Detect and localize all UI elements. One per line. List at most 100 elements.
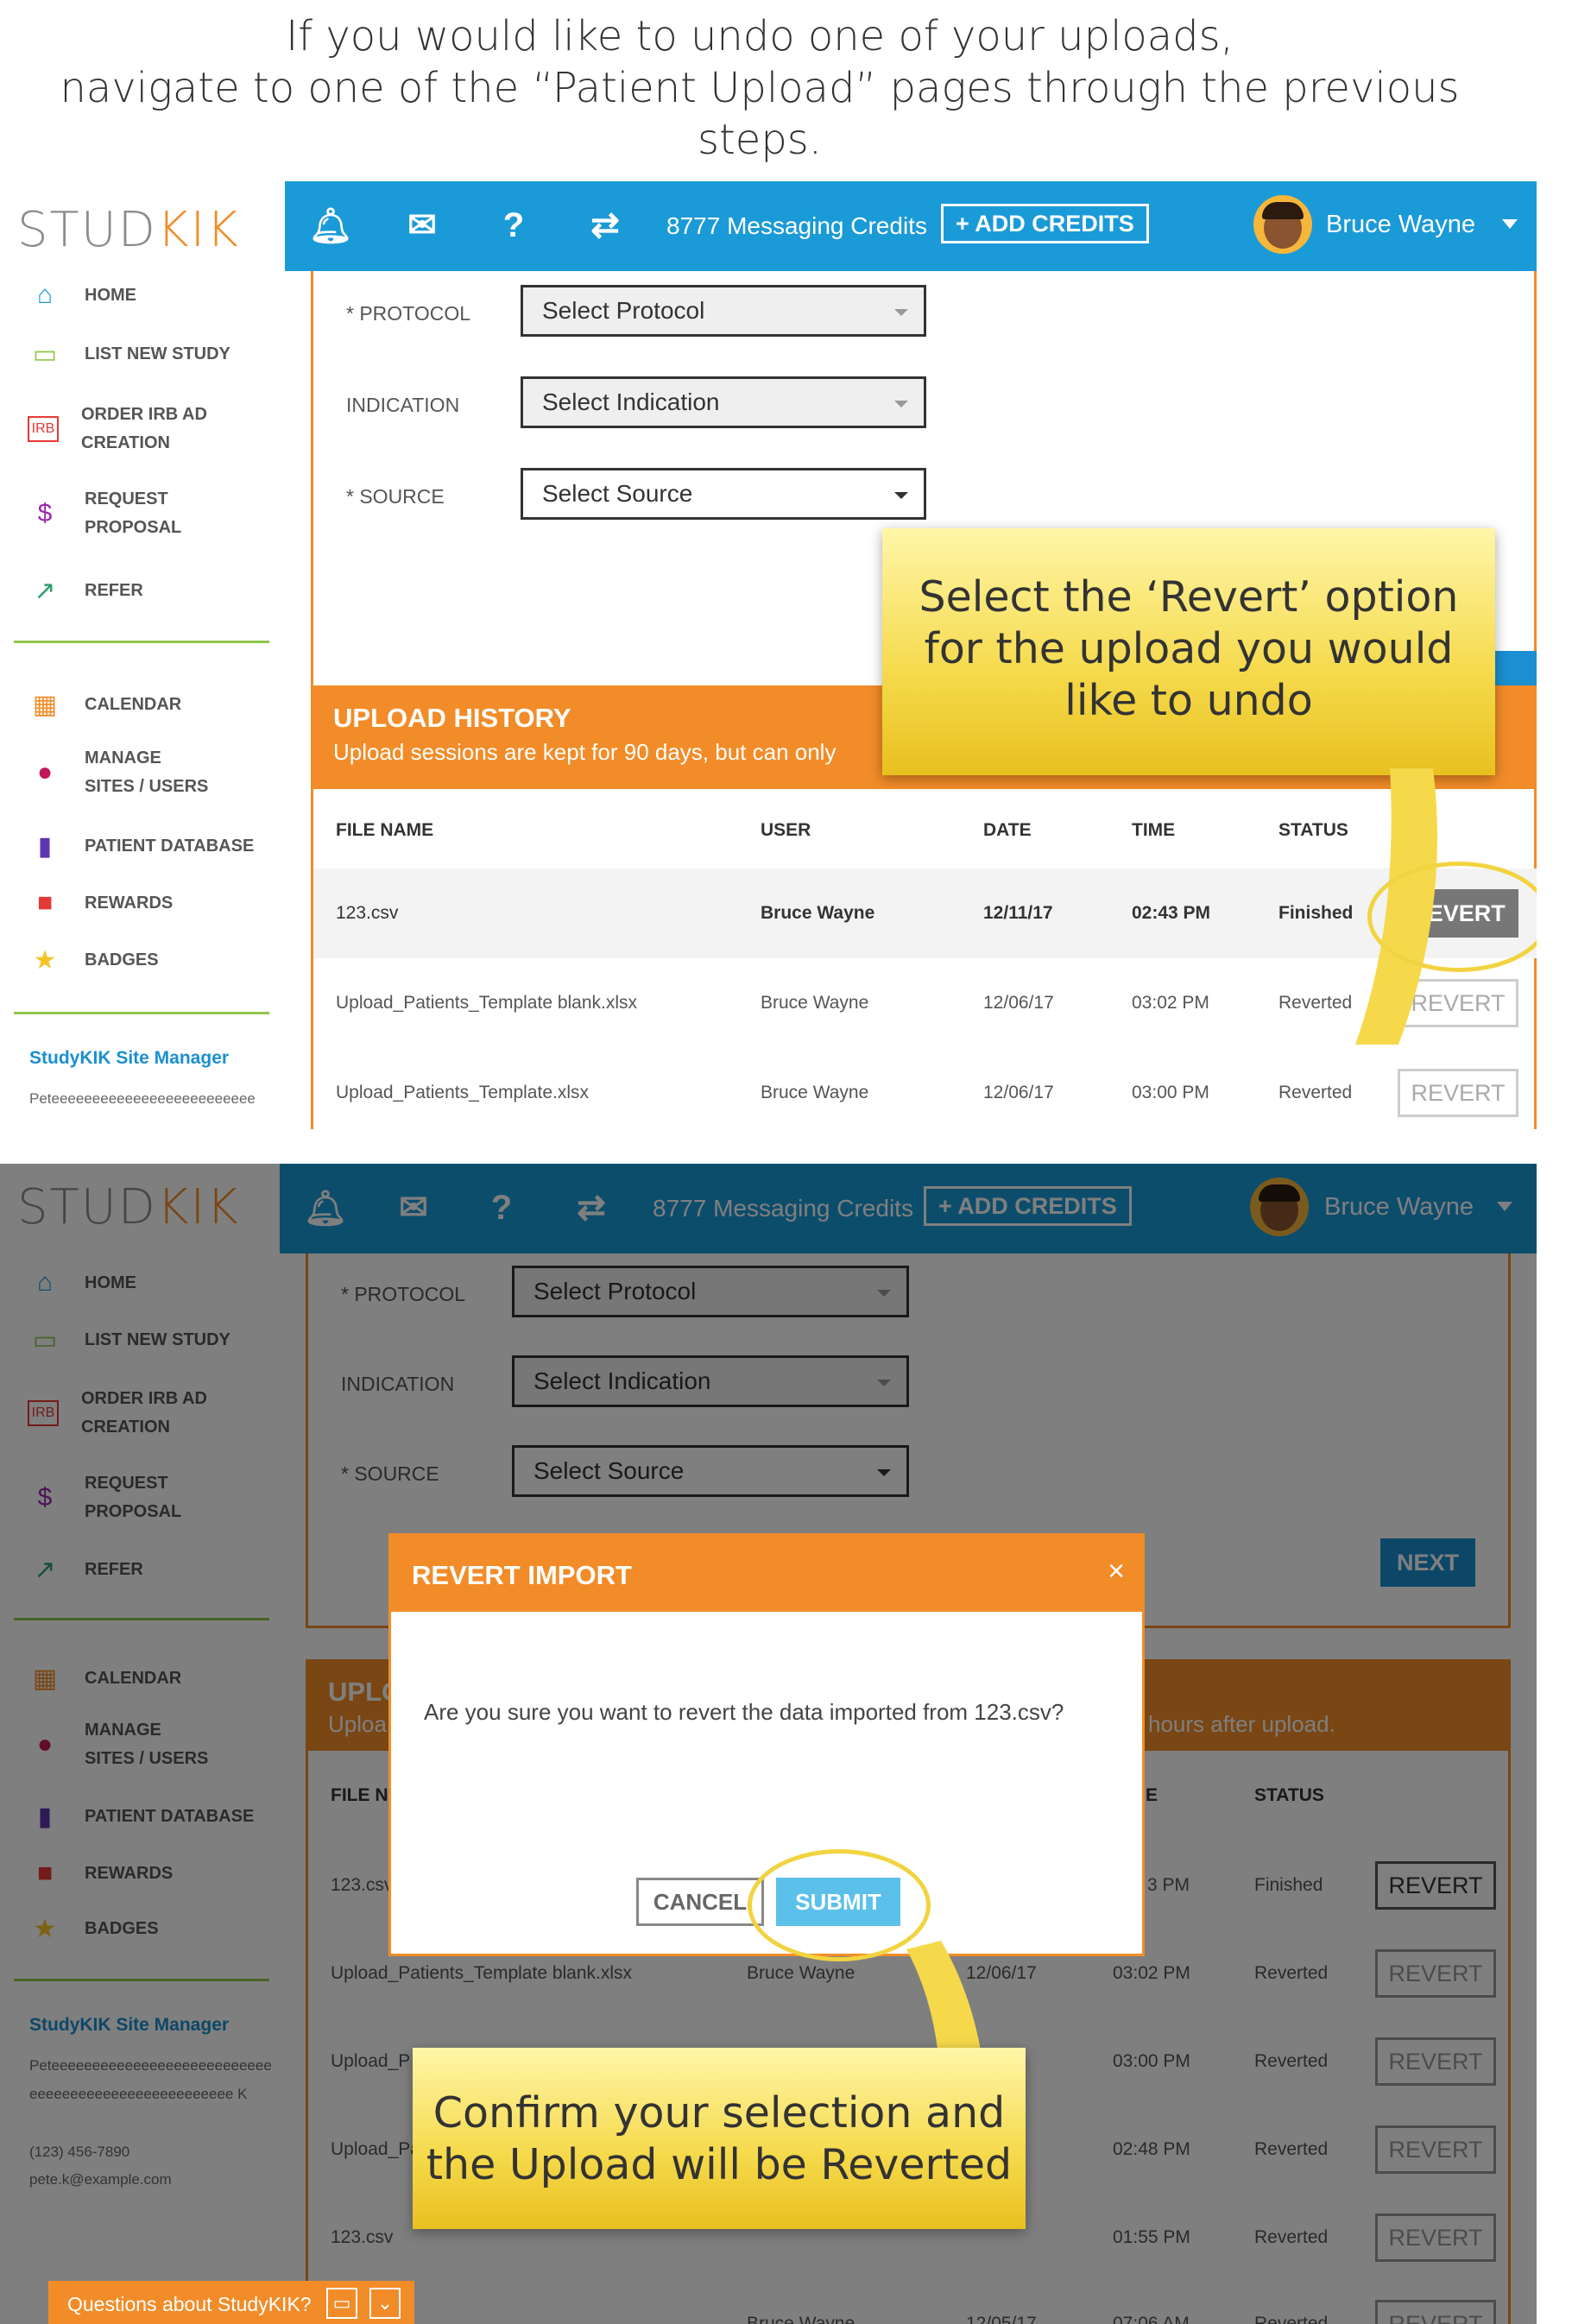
bell-icon[interactable]: 🔔︎ [309, 204, 353, 247]
logo-right-text: KIK [156, 202, 240, 258]
row-status: Reverted [1278, 1083, 1353, 1102]
chat-icon[interactable]: ▭ [326, 2288, 357, 2319]
sidebar: STUDKIK ⌂ HOME ▭ LIST NEW STUDY IRB ORDER I… [0, 181, 283, 1129]
messaging-credits: 8777 Messaging Credits [666, 212, 927, 239]
row-time: 02:43 PM [1132, 903, 1211, 923]
sidebar-item-order-irb[interactable]: IRB ORDER IRB ADCREATION [28, 401, 278, 458]
row-user: Bruce Wayne [761, 1083, 869, 1102]
chevron-down-icon[interactable] [1502, 219, 1518, 229]
row-time: 03:02 PM [1132, 993, 1209, 1013]
help-icon[interactable]: ? [492, 204, 535, 247]
sidebar-item-patient-database[interactable]: ▮ PATIENT DATABASE [28, 829, 278, 863]
sidebar-item-label: HOME [85, 285, 136, 305]
row-date: 12/06/17 [983, 1083, 1054, 1102]
row-file-name: 123.csv [336, 903, 399, 923]
screenshot-step-2: STUDKIK ⌂HOME ▭LIST NEW STUDY IRBORDER I… [0, 1164, 1537, 2324]
avatar[interactable] [1253, 195, 1312, 254]
modal-title: REVERT IMPORT [412, 1560, 632, 1590]
sidebar-item-label: CALENDAR [85, 694, 182, 714]
indication-select-value: Select Indication [542, 388, 720, 415]
sidebar-item-request-proposal[interactable]: $ REQUESTPROPOSAL [28, 485, 278, 542]
sidebar-item-label: BADGES [85, 950, 159, 969]
chevron-down-icon[interactable]: ⌄ [369, 2288, 401, 2319]
row-status: Finished [1278, 903, 1354, 923]
sidebar-divider [14, 1012, 269, 1014]
gift-icon: ■ [36, 888, 54, 917]
column-header-status: STATUS [1278, 820, 1348, 840]
instruction-line-1: If you would like to undo one of your up… [286, 12, 1234, 60]
sidebar-item-label: REWARDS [85, 893, 174, 913]
sidebar-item-calendar[interactable]: ▦ CALENDAR [28, 687, 278, 722]
user-name[interactable]: Bruce Wayne [1326, 211, 1475, 239]
row-date: 12/06/17 [983, 993, 1054, 1013]
home-icon: ⌂ [36, 281, 54, 309]
upload-history-subtitle: Upload sessions are kept for 90 days, bu… [333, 739, 837, 765]
sidebar-item-badges[interactable]: ★ BADGES [28, 943, 278, 977]
callout-confirm-selection: Confirm your selection and the Upload wi… [413, 2048, 1026, 2229]
sidebar-item-label: MANAGESITES / USERS [85, 748, 209, 796]
modal-message: Are you sure you want to revert the data… [424, 1699, 1064, 1725]
irb-icon: IRB [28, 416, 59, 442]
chevron-down-icon [894, 309, 908, 316]
screenshot-step-1: STUDKIK ⌂ HOME ▭ LIST NEW STUDY IRB ORDER I… [0, 181, 1537, 1129]
studykik-logo[interactable]: STUDKIK [17, 202, 240, 258]
column-header-user: USER [761, 820, 811, 840]
column-header-time: TIME [1132, 820, 1176, 840]
row-time: 03:00 PM [1132, 1083, 1209, 1102]
sidebar-item-label: REQUESTPROPOSAL [85, 489, 182, 537]
callout-select-revert: Select the ‘Revert’ option for the uploa… [882, 528, 1495, 775]
sidebar-item-label: ORDER IRB ADCREATION [81, 405, 207, 452]
sidebar-item-label: PATIENT DATABASE [85, 836, 255, 856]
share-icon: ↗ [34, 576, 56, 605]
sidebar-item-refer[interactable]: ↗ REFER [28, 573, 278, 608]
revert-button[interactable]: REVERT [1398, 1069, 1518, 1117]
sidebar-item-home[interactable]: ⌂ HOME [28, 278, 278, 313]
dollar-icon: $ [37, 499, 53, 527]
protocol-label: * PROTOCOL [346, 302, 470, 325]
protocol-select[interactable]: Select Protocol [521, 285, 926, 337]
indication-label: INDICATION [346, 394, 460, 416]
highlight-ring [1367, 862, 1537, 972]
site-manager-name: Peteeeeeeeeeeeeeeeeeeeeeeeee [29, 1090, 256, 1107]
contacts-icon: ▮ [37, 831, 53, 861]
chevron-down-icon [894, 401, 908, 407]
cancel-button[interactable]: CANCEL [636, 1878, 764, 1926]
upload-history-title: UPLOAD HISTORY [333, 703, 571, 733]
source-select-value: Select Source [542, 480, 693, 507]
sidebar-item-manage-sites[interactable]: ● MANAGESITES / USERS [28, 744, 278, 801]
column-header-file-name: FILE NAME [336, 820, 434, 840]
logo-left-text: STUD [17, 202, 157, 258]
star-icon: ★ [33, 945, 57, 975]
sidebar-item-list-new-study[interactable]: ▭ LIST NEW STUDY [28, 337, 278, 371]
row-user: Bruce Wayne [761, 993, 869, 1013]
column-header-date: DATE [983, 820, 1032, 840]
monitor-icon: ▭ [32, 339, 58, 369]
row-status: Reverted [1278, 993, 1353, 1013]
source-label: * SOURCE [346, 485, 445, 508]
top-bar: 🔔︎ ✉ ? ⇄ 8777 Messaging Credits + ADD CR… [285, 181, 1537, 271]
questions-label: Questions about StudyKIK? [67, 2293, 312, 2315]
chevron-down-icon [894, 492, 908, 499]
sidebar-item-label: REFER [85, 580, 143, 600]
close-icon[interactable]: × [1108, 1555, 1125, 1588]
mail-icon[interactable]: ✉ [401, 204, 444, 247]
calendar-icon: ▦ [32, 690, 58, 719]
switch-icon[interactable]: ⇄ [584, 204, 627, 247]
instruction-title: If you would like to undo one of your up… [0, 10, 1519, 166]
row-date: 12/11/17 [983, 903, 1053, 923]
source-select[interactable]: Select Source [521, 468, 926, 520]
sidebar-item-label: LIST NEW STUDY [85, 344, 230, 363]
row-user: Bruce Wayne [761, 903, 875, 923]
modal-header: REVERT IMPORT × [391, 1536, 1142, 1612]
add-credits-button[interactable]: + ADD CREDITS [941, 204, 1149, 243]
protocol-select-value: Select Protocol [542, 297, 705, 324]
instruction-line-2: navigate to one of the “Patient Upload” … [60, 64, 1460, 164]
users-icon: ● [36, 758, 54, 786]
sidebar-item-rewards[interactable]: ■ REWARDS [28, 886, 278, 920]
site-manager-title: StudyKIK Site Manager [29, 1048, 230, 1068]
row-file-name: Upload_Patients_Template blank.xlsx [336, 993, 638, 1013]
sidebar-divider [14, 641, 269, 643]
indication-select[interactable]: Select Indication [521, 376, 926, 428]
row-file-name: Upload_Patients_Template.xlsx [336, 1083, 589, 1102]
questions-bar[interactable]: Questions about StudyKIK? ▭ ⌄ [48, 2281, 414, 2324]
